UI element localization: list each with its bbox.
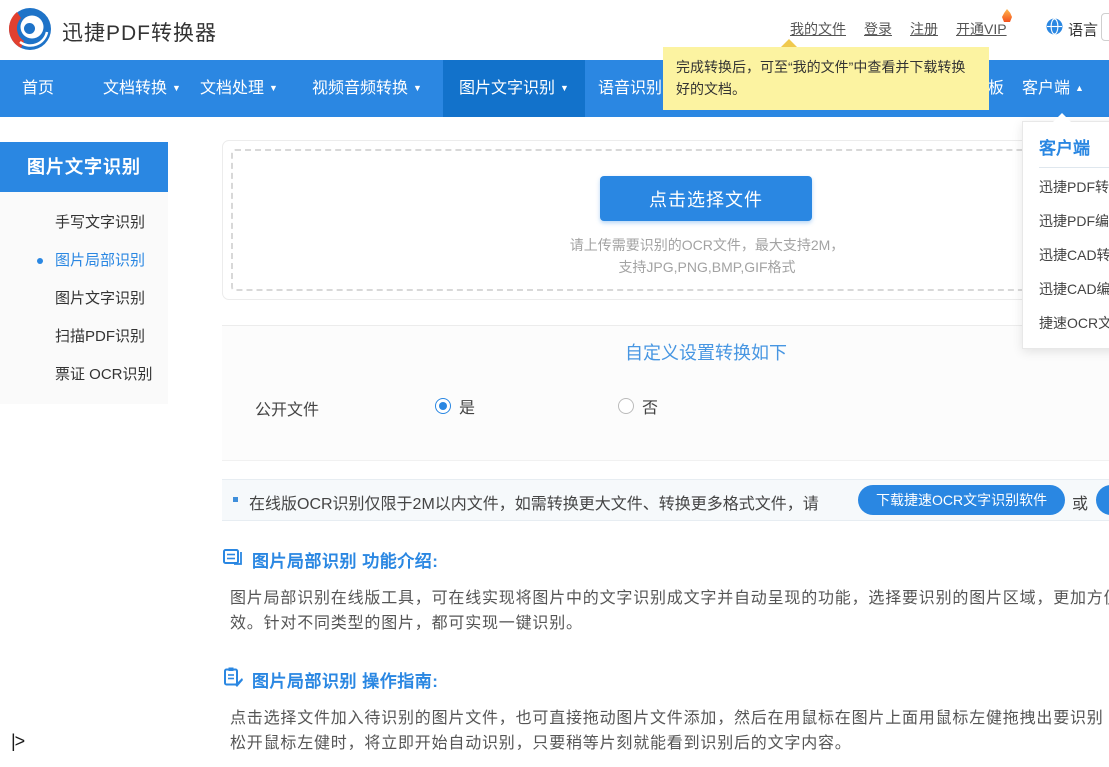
chevron-up-icon: ▲ — [1075, 83, 1084, 93]
notice-or-label: 或 — [1072, 490, 1088, 514]
my-files-tooltip: 完成转换后，可至“我的文件”中查看并下载转换好的文档。 — [663, 47, 989, 110]
sidebar-item-image-region-ocr[interactable]: 图片局部识别 — [0, 242, 168, 280]
active-dot-icon — [37, 258, 43, 264]
guide-section-heading: 图片局部识别 操作指南: — [222, 666, 438, 693]
nav-item-speech[interactable]: 语音识别 — [598, 60, 662, 117]
nav-item-doc-convert[interactable]: 文档转换▼ — [103, 60, 181, 117]
chevron-down-icon: ▼ — [560, 83, 569, 93]
dropdown-item-ocr-software[interactable]: 捷速OCR文字识别 — [1023, 308, 1109, 338]
nav-item-home[interactable]: 首页 — [22, 60, 54, 117]
divider — [1039, 167, 1109, 168]
notice-text: 在线版OCR识别仅限于2M以内文件，如需转换更大文件、转换更多格式文件，请 — [249, 490, 819, 514]
dropdown-item-pdf-converter[interactable]: 迅捷PDF转换器 — [1023, 172, 1109, 202]
language-label: 语言 — [1068, 19, 1098, 40]
app-logo-icon — [8, 7, 52, 56]
intro-section-heading: 图片局部识别 功能介绍: — [222, 546, 438, 573]
globe-icon — [1046, 18, 1063, 40]
nav-item-doc-process[interactable]: 文档处理▼ — [200, 60, 278, 117]
chevron-down-icon: ▼ — [269, 83, 278, 93]
register-link[interactable]: 注册 — [910, 19, 938, 39]
login-link[interactable]: 登录 — [864, 19, 892, 39]
download-alt-software-button[interactable] — [1096, 485, 1109, 515]
side-panel-toggle[interactable]: |> — [11, 731, 24, 752]
radio-unselected-icon — [618, 398, 634, 414]
dropdown-title: 客户端 — [1023, 122, 1109, 167]
guide-line1: 点击选择文件加入待识别的图片文件，也可直接拖动图片文件添加，然后在用鼠标在图片上… — [230, 706, 1109, 731]
sidebar-item-ticket-ocr[interactable]: 票证 OCR识别 — [0, 356, 168, 394]
upload-hint-line1: 请上传需要识别的OCR文件，最大支持2M， — [223, 235, 1109, 255]
sidebar-menu: 手写文字识别 图片局部识别 图片文字识别 扫描PDF识别 票证 OCR识别 — [0, 192, 168, 404]
intro-line2: 效。针对不同类型的图片，都可实现一键识别。 — [230, 611, 1109, 636]
radio-public-no[interactable]: 否 — [618, 394, 658, 418]
nav-item-av-convert[interactable]: 视频音频转换▼ — [312, 60, 422, 117]
brand-title: 迅捷PDF转换器 — [62, 17, 217, 47]
settings-title: 自定义设置转换如下 — [222, 339, 1109, 365]
guide-paragraph: 点击选择文件加入待识别的图片文件，也可直接拖动图片文件添加，然后在用鼠标在图片上… — [230, 706, 1109, 756]
sidebar-title: 图片文字识别 — [0, 142, 168, 192]
notice-bar: 在线版OCR识别仅限于2M以内文件，如需转换更大文件、转换更多格式文件，请 下载… — [222, 479, 1109, 521]
upload-hint-line2: 支持JPG,PNG,BMP,GIF格式 — [223, 257, 1109, 277]
public-file-label: 公开文件 — [255, 396, 319, 420]
flame-icon — [1002, 9, 1012, 22]
brand-logo-link[interactable]: 迅捷PDF转换器 — [8, 7, 217, 56]
dropdown-item-pdf-editor[interactable]: 迅捷PDF编辑器 — [1023, 206, 1109, 236]
chevron-down-icon: ▼ — [172, 83, 181, 93]
vip-link[interactable]: 开通VIP — [956, 19, 1007, 39]
sidebar-item-image-text-ocr[interactable]: 图片文字识别 — [0, 280, 168, 318]
client-dropdown-menu: 客户端 迅捷PDF转换器 迅捷PDF编辑器 迅捷CAD转换器 迅捷CAD编辑器 … — [1022, 121, 1109, 349]
intro-line1: 图片局部识别在线版工具，可在线实现将图片中的文字识别成文字并自动呈现的功能，选择… — [230, 586, 1109, 611]
my-files-link[interactable]: 我的文件 — [790, 19, 846, 39]
intro-paragraph: 图片局部识别在线版工具，可在线实现将图片中的文字识别成文字并自动呈现的功能，选择… — [230, 586, 1109, 636]
sidebar-item-handwriting-ocr[interactable]: 手写文字识别 — [0, 204, 168, 242]
conversion-settings-panel: 自定义设置转换如下 公开文件 是 否 — [222, 325, 1109, 461]
clipboard-pen-icon — [222, 666, 244, 693]
dropdown-item-cad-converter[interactable]: 迅捷CAD转换器 — [1023, 240, 1109, 270]
select-file-button[interactable]: 点击选择文件 — [600, 176, 812, 221]
nav-item-client[interactable]: 客户端▲ — [1022, 60, 1084, 117]
nav-item-partial[interactable]: 板 — [988, 60, 1004, 117]
dropdown-item-cad-editor[interactable]: 迅捷CAD编辑器 — [1023, 274, 1109, 304]
sidebar-item-scan-pdf-ocr[interactable]: 扫描PDF识别 — [0, 318, 168, 356]
radio-public-yes[interactable]: 是 — [435, 394, 475, 418]
radio-selected-icon — [435, 398, 451, 414]
nav-item-image-ocr-active[interactable]: 图片文字识别▼ — [443, 60, 585, 117]
public-file-setting-row: 公开文件 是 否 — [222, 388, 1109, 424]
bullet-icon — [233, 497, 238, 502]
guide-line2: 松开鼠标左健时，将立即开始自动识别，只要稍等片刻就能看到识别后的文字内容。 — [230, 731, 1109, 756]
chevron-down-icon: ▼ — [413, 83, 422, 93]
document-lines-icon — [222, 546, 244, 573]
upload-panel: 点击选择文件 请上传需要识别的OCR文件，最大支持2M， 支持JPG,PNG,B… — [222, 140, 1109, 300]
download-ocr-software-button[interactable]: 下载捷速OCR文字识别软件 — [858, 485, 1065, 515]
language-select-button[interactable] — [1101, 13, 1109, 41]
